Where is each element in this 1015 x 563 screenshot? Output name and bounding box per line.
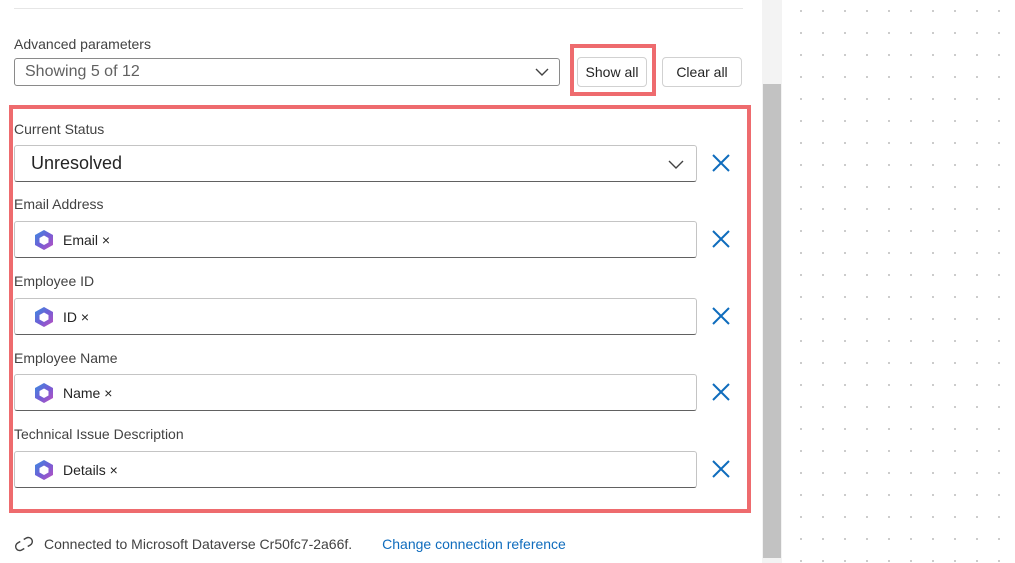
close-icon[interactable] [710,458,732,480]
employee-id-label: Employee ID [14,273,95,289]
advanced-parameters-value: Showing 5 of 12 [25,63,140,80]
advanced-parameters-dropdown[interactable]: Showing 5 of 12 [14,58,560,86]
scrollbar-thumb[interactable] [763,84,781,558]
email-token-text: Email × [63,231,111,248]
technical-issue-description-field[interactable]: Details × [14,451,697,488]
change-connection-link[interactable]: Change connection reference [382,536,566,552]
id-token-text: ID × [63,308,90,325]
details-token-text: Details × [63,461,118,478]
connection-text: Connected to Microsoft Dataverse Cr50fc7… [44,536,353,552]
close-icon[interactable] [710,152,732,174]
details-token[interactable]: Details × [15,459,118,481]
copilot-studio-logo-icon [35,382,53,403]
designer-canvas[interactable] [782,0,1015,563]
parameters-panel: Advanced parameters Showing 5 of 12 Show… [0,0,762,563]
copilot-studio-logo-icon [35,459,53,480]
current-status-dropdown[interactable]: Unresolved [14,145,697,182]
email-address-field[interactable]: Email × [14,221,697,258]
clear-all-button[interactable]: Clear all [662,57,742,87]
chevron-down-icon [668,160,684,169]
current-status-value: Unresolved [31,153,123,173]
email-token[interactable]: Email × [15,229,110,251]
name-token-text: Name × [63,384,113,401]
email-address-label: Email Address [14,196,104,212]
technical-issue-description-label: Technical Issue Description [14,426,184,442]
divider [14,8,743,9]
employee-id-field[interactable]: ID × [14,298,697,335]
name-token[interactable]: Name × [15,382,112,404]
connection-footer: Connected to Microsoft Dataverse Cr50fc7… [14,536,566,552]
advanced-parameters-label: Advanced parameters [14,36,151,52]
close-icon[interactable] [710,228,732,250]
id-token[interactable]: ID × [15,306,89,328]
employee-name-field[interactable]: Name × [14,374,697,411]
close-icon[interactable] [710,305,732,327]
copilot-studio-logo-icon [35,306,53,327]
current-status-label: Current Status [14,121,105,137]
close-icon[interactable] [710,381,732,403]
chevron-down-icon [535,68,549,76]
copilot-studio-logo-icon [35,229,53,250]
employee-name-label: Employee Name [14,350,118,366]
link-icon [15,536,33,552]
show-all-button[interactable]: Show all [577,57,647,87]
